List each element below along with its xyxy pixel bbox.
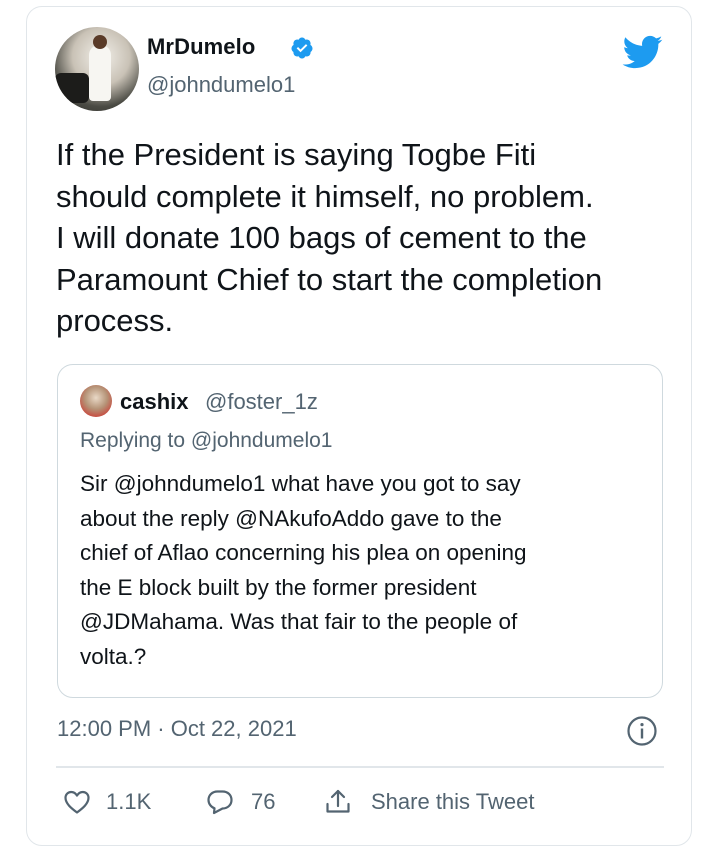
- quoted-text-line: the E block built by the former presiden…: [80, 574, 477, 600]
- tweet-text: If the President is saying Togbe Fiti sh…: [56, 134, 686, 342]
- reply-button[interactable]: 76: [205, 786, 275, 818]
- quoted-text-line: chief of Aflao concerning his plea on op…: [80, 540, 527, 565]
- author-handle[interactable]: @johndumelo1: [147, 72, 295, 98]
- twitter-bird-icon[interactable]: [621, 34, 663, 70]
- tweet-text-line: I will donate 100 bags of cement to the: [56, 220, 587, 255]
- heart-icon: [64, 790, 90, 814]
- quoted-text-line: Sir @johndumelo1 what have you got to sa…: [80, 471, 521, 496]
- replying-to-handle[interactable]: @johndumelo1: [191, 429, 333, 452]
- avatar-figure-shape: [89, 45, 111, 101]
- quoted-replying-to: Replying to @johndumelo1: [80, 429, 332, 453]
- tweet-timestamp[interactable]: 12:00 PM · Oct 22, 2021: [57, 716, 297, 742]
- tweet-text-line: If the President is saying Togbe Fiti: [56, 137, 537, 172]
- like-button[interactable]: 1.1K: [62, 786, 151, 818]
- tweet-text-line: process.: [56, 303, 174, 338]
- tweet-text-line: Paramount Chief to start the completion: [56, 261, 603, 297]
- quoted-author-avatar[interactable]: [80, 385, 112, 417]
- quoted-text-line: @JDMahama. Was that fair to the people o…: [80, 609, 518, 634]
- tweet-text-line: should complete it himself, no problem.: [56, 178, 594, 214]
- avatar-head-shape: [93, 35, 107, 49]
- action-divider: [56, 766, 664, 768]
- quoted-tweet-text: Sir @johndumelo1 what have you got to sa…: [80, 467, 650, 674]
- quoted-text-line: volta.?: [80, 643, 147, 669]
- author-avatar[interactable]: [55, 27, 139, 111]
- share-button[interactable]: Share this Tweet: [323, 786, 534, 818]
- verified-badge-icon: [291, 37, 313, 59]
- reply-bubble-icon: [207, 790, 233, 815]
- quoted-text-line: about the reply @NAkufoAddo gave to the: [80, 505, 502, 531]
- replying-to-label: Replying to: [80, 429, 186, 452]
- info-icon[interactable]: [626, 715, 658, 747]
- avatar-car-shape: [55, 73, 89, 103]
- quoted-author-handle[interactable]: @foster_1z: [205, 389, 318, 415]
- quoted-author-name[interactable]: cashix: [120, 389, 189, 415]
- share-label: Share this Tweet: [371, 789, 535, 814]
- author-display-name[interactable]: MrDumelo: [147, 34, 255, 60]
- like-count: 1.1K: [106, 789, 152, 814]
- share-icon: [326, 789, 350, 813]
- reply-count: 76: [251, 789, 276, 814]
